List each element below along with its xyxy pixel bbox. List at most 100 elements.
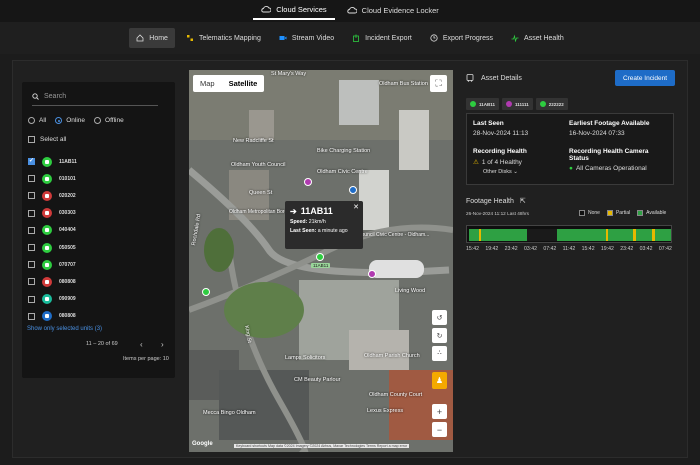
place-label: Oldham Civic Centre (317, 169, 368, 175)
checkbox-icon[interactable] (28, 244, 35, 252)
unit-list-item[interactable]: 090909 (28, 291, 168, 308)
unit-chip[interactable]: 11AB11 (466, 98, 500, 110)
checkbox-icon[interactable] (28, 226, 35, 234)
prev-page-button[interactable]: ‹ (140, 340, 143, 349)
timeline-tick-label: 07:42 (543, 246, 557, 252)
unit-id: 080808 (59, 278, 76, 285)
filter-offline[interactable]: Offline (94, 117, 124, 124)
place-label: Oldham Parish Church (364, 353, 420, 359)
main-nav: Home Telematics Mapping Stream Video Inc… (0, 22, 700, 54)
vehicle-marker[interactable] (316, 253, 324, 261)
map-type-map[interactable]: Map (193, 75, 222, 92)
checkbox-icon[interactable] (28, 312, 35, 320)
vehicle-popup: ➔ 11AB11 Speed: 21km/h Last Seen: a minut… (285, 201, 363, 249)
show-selected-link[interactable]: Show only selected units (3) (27, 326, 102, 332)
chip-label: 111111 (515, 101, 529, 107)
other-disks-toggle[interactable]: Other Disks ⌄ (483, 169, 527, 175)
nav-asset-health-label: Asset Health (524, 34, 564, 42)
unit-list-item[interactable]: 080808 (28, 308, 168, 325)
footage-timeline[interactable] (466, 225, 672, 243)
popup-title: 11AB11 (300, 206, 333, 216)
bus-icon (42, 156, 52, 167)
checkbox-icon[interactable] (28, 157, 35, 166)
tab-cloud-evidence-locker[interactable]: Cloud Evidence Locker (339, 0, 447, 20)
map-type-satellite[interactable]: Satellite (222, 75, 265, 92)
timeline-partial (652, 229, 655, 241)
unit-id: 050505 (59, 244, 76, 251)
tab-cloud-services[interactable]: Cloud Services (253, 0, 335, 20)
items-per-page[interactable]: Items per page: 10 (123, 356, 169, 362)
vehicle-marker[interactable] (304, 178, 312, 186)
unit-list-item[interactable]: 020202 (28, 187, 168, 204)
map-pin-icon (186, 35, 193, 41)
zoom-in-icon[interactable]: + (432, 404, 447, 419)
export-icon (353, 34, 360, 42)
unit-list-item[interactable]: 070707 (28, 256, 168, 273)
chevron-down-icon: ⌄ (513, 169, 518, 175)
vehicle-marker[interactable] (368, 270, 376, 278)
next-page-button[interactable]: › (161, 340, 164, 349)
unit-list-item[interactable]: 040404 (28, 222, 168, 239)
select-all-checkbox[interactable]: Select all (28, 136, 66, 143)
health-icon (511, 34, 519, 42)
fullscreen-icon[interactable]: ⛶ (430, 75, 447, 92)
checkbox-icon[interactable] (28, 261, 35, 269)
nav-stream-video-label: Stream Video (291, 34, 335, 42)
street-view-pegman-icon[interactable]: ♟ (432, 372, 447, 389)
checkbox-icon[interactable] (28, 175, 35, 183)
timeline-tick-label: 11:42 (562, 246, 576, 252)
unit-chip[interactable]: 222222 (535, 98, 568, 110)
bus-icon (42, 173, 52, 184)
filter-online[interactable]: Online (55, 117, 85, 124)
nav-telematics-mapping[interactable]: Telematics Mapping (179, 28, 268, 48)
unit-list-item[interactable]: 030303 (28, 205, 168, 222)
filter-all[interactable]: All (28, 117, 46, 124)
checkbox-icon (28, 136, 35, 143)
recording-health-label: Recording Health (473, 148, 527, 155)
checkbox-icon[interactable] (28, 209, 35, 217)
last-seen-label: Last Seen: (290, 228, 317, 234)
search-icon (32, 93, 39, 100)
earliest-footage-value: 16-Nov-2024 07:33 (569, 130, 625, 137)
unit-chip[interactable]: 111111 (502, 98, 533, 110)
recording-health-value: 1 of 4 Healthy (481, 158, 522, 166)
map-view[interactable]: Map Satellite ⛶ ↺ ↻ ⛬ ♟ + − St Mary's Wa… (189, 70, 453, 452)
camera-status-value: All Cameras Operational (575, 165, 647, 172)
chip-label: 222222 (548, 101, 564, 107)
unit-list-item[interactable]: 11AB11 (28, 153, 168, 170)
asset-details-title: Asset Details (481, 74, 522, 82)
nav-incident-export[interactable]: Incident Export (345, 28, 419, 48)
legend-partial: Partial (615, 210, 631, 216)
nav-export-progress-label: Export Progress (442, 34, 494, 42)
external-link-icon[interactable]: ⇱ (520, 197, 526, 205)
vehicle-map-label: 11AB11 (311, 263, 331, 268)
search-placeholder: Search (44, 93, 67, 100)
checkbox-icon[interactable] (28, 295, 35, 303)
nav-home[interactable]: Home (129, 28, 175, 48)
nav-asset-health[interactable]: Asset Health (504, 28, 571, 48)
nav-export-progress[interactable]: Export Progress (423, 28, 500, 48)
unit-id: 080808 (59, 313, 76, 320)
checkbox-icon[interactable] (28, 278, 35, 286)
tilt-icon[interactable]: ⛬ (432, 346, 447, 361)
rotate-right-icon[interactable]: ↻ (432, 328, 447, 343)
search-input[interactable]: Search (32, 88, 158, 106)
map-type-toggle: Map Satellite (193, 75, 265, 92)
rotate-left-icon[interactable]: ↺ (432, 310, 447, 325)
legend-available: Available (646, 210, 667, 216)
unit-list-item[interactable]: 010101 (28, 170, 168, 187)
timeline-tick-label: 15:42 (581, 246, 595, 252)
poi-marker[interactable] (349, 186, 357, 194)
zoom-out-icon[interactable]: − (432, 422, 447, 437)
unit-list-item[interactable]: 080808 (28, 273, 168, 290)
tab-cloud-services-label: Cloud Services (276, 4, 327, 14)
nav-telematics-label: Telematics Mapping (198, 34, 261, 42)
unit-list-item[interactable]: 050505 (28, 239, 168, 256)
vehicle-marker[interactable] (202, 288, 210, 296)
checkbox-icon[interactable] (28, 192, 35, 200)
nav-stream-video[interactable]: Stream Video (272, 28, 341, 48)
asset-details-card: Last Seen 28-Nov-2024 11:13 Earliest Foo… (466, 113, 674, 185)
check-circle-icon: ● (569, 165, 573, 172)
close-icon[interactable]: ✕ (353, 203, 359, 211)
create-incident-button[interactable]: Create Incident (615, 70, 675, 86)
